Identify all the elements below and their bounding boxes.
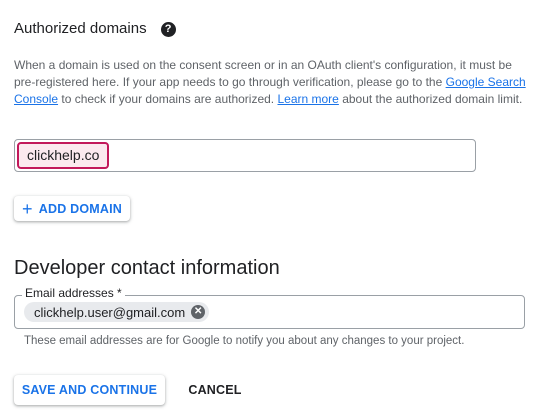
plus-icon: + <box>22 198 33 219</box>
learn-more-link[interactable]: Learn more <box>277 92 338 106</box>
add-domain-label: ADD DOMAIN <box>38 201 122 216</box>
save-and-continue-button[interactable]: SAVE AND CONTINUE <box>14 375 165 405</box>
email-addresses-label: Email addresses * <box>22 286 125 300</box>
developer-contact-title: Developer contact information <box>14 257 280 279</box>
authorized-domain-value[interactable]: clickhelp.co <box>17 142 110 169</box>
email-chip: clickhelp.user@gmail.com ✕ <box>24 302 210 322</box>
help-icon[interactable]: ? <box>160 21 176 37</box>
description-text-1: When a domain is used on the consent scr… <box>14 58 512 89</box>
authorized-domains-heading: Authorized domains ? <box>14 19 176 39</box>
authorized-domain-input[interactable]: clickhelp.co <box>14 139 476 172</box>
authorized-domains-title: Authorized domains <box>14 20 147 37</box>
email-chip-text: clickhelp.user@gmail.com <box>34 304 186 320</box>
cancel-button[interactable]: CANCEL <box>178 375 252 405</box>
email-hint: These email addresses are for Google to … <box>24 335 465 347</box>
close-icon[interactable]: ✕ <box>191 305 206 319</box>
add-domain-button[interactable]: + ADD DOMAIN <box>14 196 130 221</box>
authorized-domains-description: When a domain is used on the consent scr… <box>14 57 534 108</box>
description-text-3: about the authorized domain limit. <box>338 92 523 106</box>
description-text-2: to check if your domains are authorized. <box>58 92 278 106</box>
